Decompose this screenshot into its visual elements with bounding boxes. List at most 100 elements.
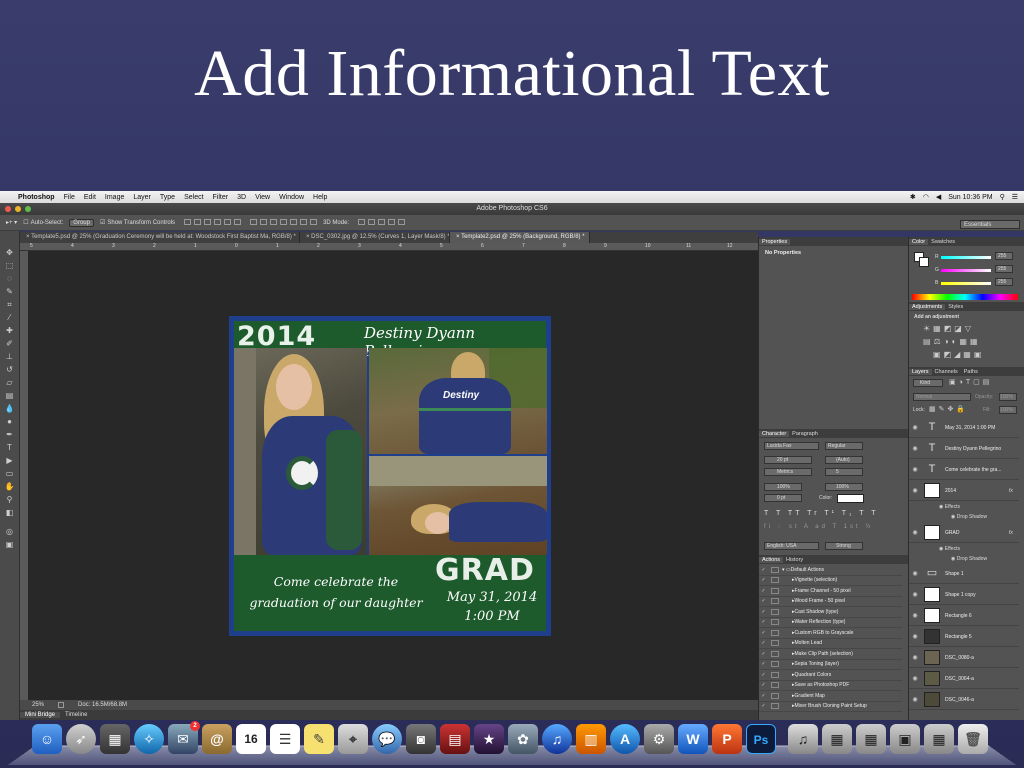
layer-row[interactable]: ◉ ▭ Shape 1: [909, 564, 1019, 584]
action-item[interactable]: ✓ ▸ Wood Frame - 50 pixel: [759, 597, 902, 607]
lasso-tool-icon[interactable]: ◌: [4, 273, 16, 285]
effects-sublayer[interactable]: ◉ Effects: [939, 504, 960, 510]
layer-row[interactable]: ◉ Shape 1 copy: [909, 585, 1019, 605]
layer-row[interactable]: ◉ 2014 fx: [909, 481, 1019, 501]
auto-select-dropdown[interactable]: Group: [69, 218, 94, 227]
menu-edit[interactable]: Edit: [84, 194, 96, 201]
path-select-tool-icon[interactable]: ▶: [4, 455, 16, 467]
tab-paragraph[interactable]: Paragraph: [789, 431, 821, 437]
anti-alias-dropdown[interactable]: Strong: [825, 542, 863, 550]
action-item[interactable]: ✓ ▸ Mixer Brush Cloning Paint Setup: [759, 702, 902, 712]
g-slider[interactable]: [941, 269, 991, 272]
shape-tool-icon[interactable]: ▭: [4, 468, 16, 480]
zoom-level[interactable]: 25%: [32, 702, 44, 708]
menu-type[interactable]: Type: [160, 194, 175, 201]
align-icons[interactable]: [181, 218, 242, 227]
move-tool-icon[interactable]: ✥: [4, 247, 16, 259]
clock[interactable]: Sun 10:36 PM: [948, 194, 992, 201]
horizontal-scale-field[interactable]: 100%: [825, 483, 863, 491]
drop-shadow-sublayer[interactable]: ◉ Drop Shadow: [951, 556, 987, 562]
hand-tool-icon[interactable]: ✋: [4, 481, 16, 493]
action-item[interactable]: ✓ ▸ Vignette (selection): [759, 576, 902, 586]
reminders-icon[interactable]: ☰: [270, 724, 300, 754]
menu-app-name[interactable]: Photoshop: [18, 194, 55, 201]
eye-icon[interactable]: ◉: [909, 487, 921, 494]
messages-icon[interactable]: 💬: [372, 724, 402, 754]
action-item[interactable]: ✓ ▸ Make Clip Path (selection): [759, 649, 902, 660]
zoom-tool-icon[interactable]: ⚲: [4, 494, 16, 506]
layer-row[interactable]: ◉ DSC_0080-a: [909, 648, 1019, 668]
photobooth-icon[interactable]: ▤: [440, 724, 470, 754]
action-item[interactable]: ✓ ▸ Save as Photoshop PDF: [759, 681, 902, 691]
layer-row[interactable]: ◉ DSC_0064-a: [909, 669, 1019, 689]
adjustment-icons-row2[interactable]: ▤⚖◑◐▦▦: [923, 337, 981, 346]
history-brush-tool-icon[interactable]: ↺: [4, 364, 16, 376]
tab-timeline[interactable]: Timeline: [60, 712, 92, 718]
iphoto-icon[interactable]: ✿: [508, 724, 538, 754]
tab-styles[interactable]: Styles: [945, 304, 966, 310]
imovie-icon[interactable]: ★: [474, 724, 504, 754]
action-item[interactable]: ✓ ▸ Frame Channel - 50 pixel: [759, 586, 902, 597]
menu-file[interactable]: File: [64, 194, 75, 201]
eye-icon[interactable]: ◉: [909, 696, 921, 703]
menu-layer[interactable]: Layer: [133, 194, 151, 201]
opacity-field[interactable]: 100%: [999, 393, 1017, 401]
g-value[interactable]: 255: [995, 265, 1013, 273]
menu-image[interactable]: Image: [105, 194, 124, 201]
b-slider[interactable]: [941, 282, 991, 285]
ibooks-icon[interactable]: ▥: [576, 724, 606, 754]
adjustment-icons-row3[interactable]: ▣◩◢▦▣: [933, 350, 984, 359]
spotlight-icon[interactable]: ⚲: [1000, 193, 1005, 201]
screen-mode-icon[interactable]: ▣: [4, 539, 16, 551]
fx-icon[interactable]: fx: [1009, 530, 1013, 536]
action-item[interactable]: ✓ ▸ Molten Lead: [759, 639, 902, 649]
quick-select-tool-icon[interactable]: ✎: [4, 286, 16, 298]
r-slider[interactable]: [941, 256, 991, 259]
photoshop-icon[interactable]: Ps: [746, 724, 776, 754]
tab-history[interactable]: History: [783, 557, 806, 563]
type-tool-icon[interactable]: T: [4, 442, 16, 454]
action-item[interactable]: ✓ ▸ Sepia Toning (layer): [759, 660, 902, 670]
kerning-field[interactable]: Metrics: [764, 468, 812, 476]
doc-tab[interactable]: × DSC_0302.jpg @ 12.5% (Curves 1, Layer …: [300, 232, 450, 243]
layer-row[interactable]: ◉ DSC_0046-a: [909, 690, 1019, 710]
tracking-field[interactable]: 5: [825, 468, 863, 476]
action-item[interactable]: ✓ ▸ Water Reflection (type): [759, 618, 902, 628]
stamp-tool-icon[interactable]: ⊥: [4, 351, 16, 363]
baseline-field[interactable]: 0 pt: [764, 494, 802, 502]
eye-icon[interactable]: ◉: [909, 675, 921, 682]
pen-tool-icon[interactable]: ✒: [4, 429, 16, 441]
poster-document[interactable]: 2014 Destiny Dyann Pellegrino Destiny GR…: [229, 316, 551, 636]
adjustment-icons-row1[interactable]: ☀▦◩◪▽: [923, 324, 974, 333]
layer-row[interactable]: ◉ T May 31, 2014 1:00 PM: [909, 418, 1019, 438]
contacts-icon[interactable]: @: [202, 724, 232, 754]
move-tool-icon[interactable]: ▸+ ▾: [6, 219, 17, 226]
trash-icon[interactable]: 🗑: [958, 724, 988, 754]
layer-row[interactable]: ◉ Rectangle 6: [909, 606, 1019, 626]
itunes-music-icon[interactable]: ♫: [788, 724, 818, 754]
tab-mini-bridge[interactable]: Mini Bridge: [20, 712, 61, 718]
eye-icon[interactable]: ◉: [909, 570, 921, 577]
bluetooth-icon[interactable]: ✱: [910, 193, 916, 201]
app-store-icon[interactable]: A: [610, 724, 640, 754]
menu-3d[interactable]: 3D: [237, 194, 246, 201]
documents-stack-icon[interactable]: ▣: [890, 724, 920, 754]
blend-mode-dropdown[interactable]: Normal: [913, 393, 971, 401]
notes-icon[interactable]: ✎: [304, 724, 334, 754]
menu-window[interactable]: Window: [279, 194, 304, 201]
action-set[interactable]: ✓ ▾ ▭ Default Actions: [759, 565, 902, 576]
close-window-button[interactable]: [5, 206, 11, 212]
action-item[interactable]: ✓ ▸ Quadrant Colors: [759, 670, 902, 681]
gradient-tool-icon[interactable]: ▤: [4, 390, 16, 402]
menu-help[interactable]: Help: [313, 194, 327, 201]
eye-icon[interactable]: ◉: [909, 654, 921, 661]
crop-tool-icon[interactable]: ⌗: [4, 299, 16, 311]
finder-icon[interactable]: ☺: [32, 724, 62, 754]
show-transform-checkbox[interactable]: ☑: [100, 219, 105, 226]
applications-stack-icon[interactable]: ▦: [924, 724, 954, 754]
brush-tool-icon[interactable]: ✐: [4, 338, 16, 350]
maps-icon[interactable]: ⌖: [338, 724, 368, 754]
safari-icon[interactable]: ✧: [134, 724, 164, 754]
workspace-dropdown[interactable]: Essentials: [960, 220, 1020, 229]
dodge-tool-icon[interactable]: ●: [4, 416, 16, 428]
